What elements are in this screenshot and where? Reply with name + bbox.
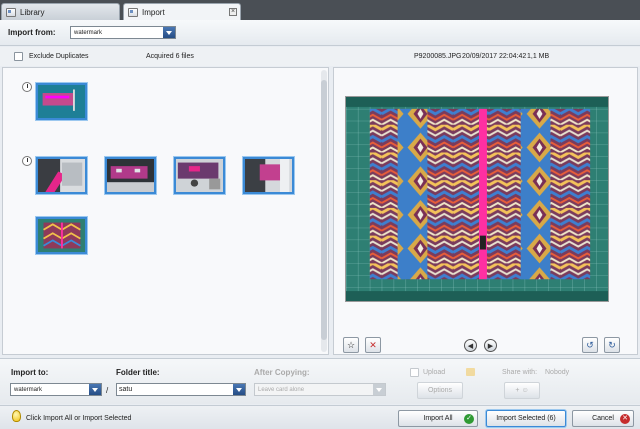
import-from-value: watermark <box>74 29 103 36</box>
clock-icon <box>22 82 32 92</box>
options-button[interactable]: Options <box>417 382 463 399</box>
after-copying-value: Leave card alone <box>258 386 305 393</box>
import-selected-button[interactable]: Import Selected (6) <box>486 410 566 427</box>
folder-separator: / <box>106 386 109 395</box>
chevron-down-icon[interactable] <box>373 384 385 395</box>
import-to-value: watermark <box>14 386 43 393</box>
cancel-icon: ✕ <box>620 414 630 424</box>
share-with-label: Share with: <box>502 369 538 376</box>
file-datetime: 20/09/2017 22:04:42 <box>462 53 527 60</box>
preview-panel: ☆ ✕ ◀ ▶ ↺ ↻ <box>333 67 638 355</box>
rotate-right-icon: ↻ <box>608 339 616 350</box>
info-row: Exclude Duplicates Acquired 6 files P920… <box>0 47 640 66</box>
rotate-left-icon: ↺ <box>586 339 594 350</box>
import-all-button[interactable]: Import All ✓ <box>398 410 478 427</box>
clock-icon <box>22 156 32 166</box>
folder-title-input[interactable]: satu <box>116 383 246 396</box>
chevron-right-icon: ▶ <box>487 342 494 350</box>
thumbnail-scrollbar[interactable] <box>321 70 327 352</box>
folder-title-value: satu <box>119 386 133 393</box>
chevron-down-icon[interactable] <box>89 384 101 395</box>
thumbnail-panel <box>2 67 329 355</box>
status-bar: Click Import All or Import Selected Impo… <box>0 405 640 429</box>
checkmark-icon: ✓ <box>464 414 474 424</box>
exclude-duplicates-checkbox[interactable] <box>14 52 23 61</box>
chevron-down-icon[interactable] <box>233 384 245 395</box>
options-label: Options <box>427 387 453 394</box>
import-to-dropdown[interactable]: watermark <box>10 383 102 396</box>
tab-library-label: Library <box>20 7 45 17</box>
acquired-count: Acquired 6 files <box>146 53 194 60</box>
chevron-down-icon[interactable] <box>163 27 175 38</box>
share-with-value: Nobody <box>545 369 570 376</box>
preview-image <box>345 96 609 302</box>
previous-button[interactable]: ◀ <box>464 339 477 352</box>
file-size: 1,1 MB <box>527 53 550 60</box>
library-icon <box>6 7 16 17</box>
star-icon: ☆ <box>346 339 356 350</box>
scrollbar-thumb[interactable] <box>321 80 327 340</box>
status-hint: Click Import All or Import Selected <box>26 415 132 422</box>
thumbnail[interactable] <box>174 157 225 194</box>
after-copying-label: After Copying: <box>254 368 310 377</box>
thumbnail[interactable] <box>105 157 156 194</box>
thumbnail[interactable] <box>243 157 294 194</box>
cancel-label: Cancel <box>592 415 614 422</box>
add-share-button[interactable]: + ☺ <box>504 382 540 399</box>
import-all-label: Import All <box>423 415 453 422</box>
close-tab-icon[interactable]: × <box>229 8 237 16</box>
after-copying-dropdown[interactable]: Leave card alone <box>254 383 386 396</box>
tab-strip: Library Import × <box>0 0 640 20</box>
upload-checkbox[interactable] <box>410 368 419 377</box>
import-icon <box>128 7 138 17</box>
import-from-dropdown[interactable]: watermark <box>70 26 176 39</box>
cancel-button[interactable]: Cancel ✕ <box>572 410 634 427</box>
add-user-icon: + ☺ <box>515 387 529 394</box>
folder-title-label: Folder title: <box>116 368 160 377</box>
next-button[interactable]: ▶ <box>484 339 497 352</box>
tab-import[interactable]: Import × <box>123 3 241 20</box>
star-rating-button[interactable]: ☆ <box>343 337 359 353</box>
reject-icon: ✕ <box>369 339 377 350</box>
rotate-left-button[interactable]: ↺ <box>582 337 598 353</box>
import-source-bar: Import from: watermark <box>0 20 640 46</box>
thumbnail[interactable] <box>36 217 87 254</box>
reject-button[interactable]: ✕ <box>365 337 381 353</box>
thumbnail[interactable] <box>36 83 87 120</box>
rotate-right-button[interactable]: ↻ <box>604 337 620 353</box>
thumbnail[interactable] <box>36 157 87 194</box>
import-settings-bar: Import to: watermark / Folder title: sat… <box>0 358 640 404</box>
exclude-duplicates-label: Exclude Duplicates <box>29 53 89 60</box>
import-to-label: Import to: <box>11 368 49 377</box>
chevron-left-icon: ◀ <box>467 342 474 350</box>
import-selected-label: Import Selected (6) <box>496 415 556 422</box>
upload-label: Upload <box>423 369 446 376</box>
tab-import-label: Import <box>142 7 165 17</box>
lightbulb-icon <box>12 410 21 422</box>
import-from-label: Import from: <box>8 28 56 37</box>
tab-library[interactable]: Library <box>1 3 120 20</box>
folder-icon <box>466 368 475 376</box>
file-name: P9200085.JPG <box>414 53 462 60</box>
